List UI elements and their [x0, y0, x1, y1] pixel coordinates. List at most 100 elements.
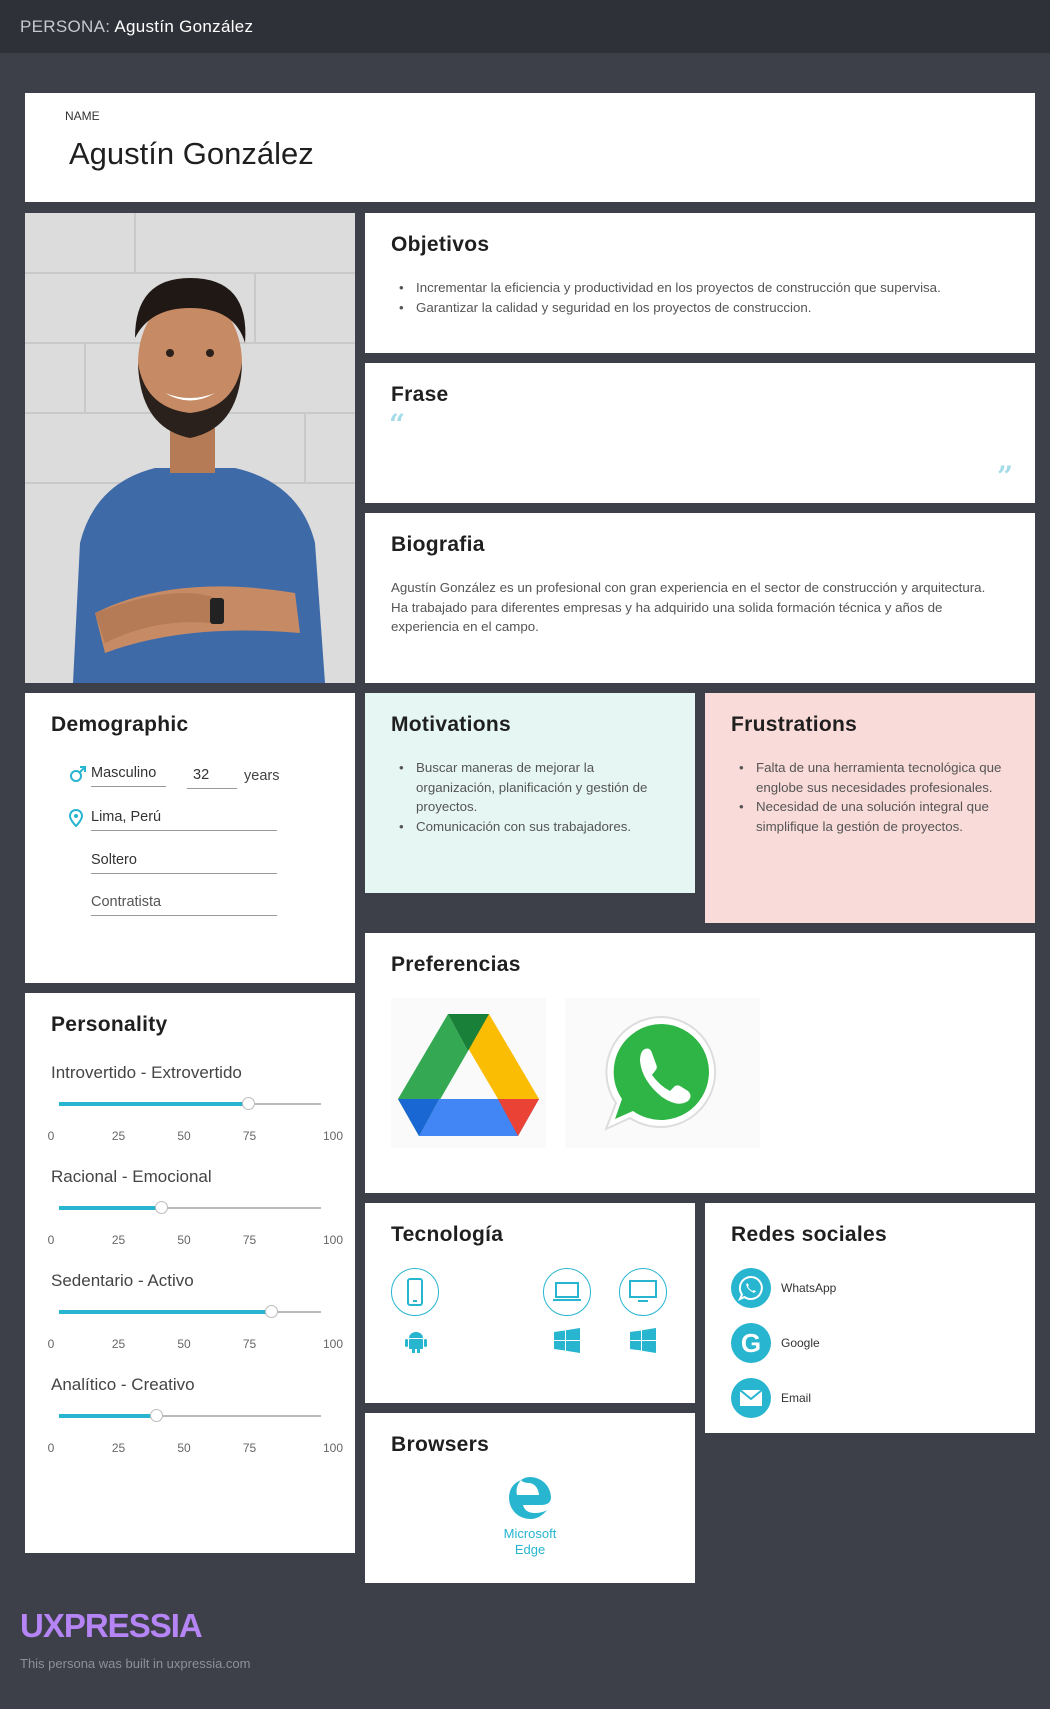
top-bar: PERSONA: Agustín González: [0, 0, 1050, 53]
tick-label: 75: [242, 1337, 257, 1351]
tick-label: 50: [177, 1337, 191, 1351]
whatsapp-logo[interactable]: [565, 998, 760, 1148]
persona-name[interactable]: Agustín González: [69, 136, 314, 172]
slider-handle[interactable]: [155, 1201, 169, 1214]
slider-handle[interactable]: [149, 1409, 163, 1422]
browser-label: Microsoft Edge: [503, 1526, 557, 1557]
slider-handle[interactable]: [265, 1305, 279, 1318]
slider-fill: [59, 1414, 156, 1418]
windows-icon: [554, 1328, 580, 1353]
personality-trait-label: Sedentario - Activo: [51, 1271, 194, 1290]
whatsapp-icon[interactable]: [731, 1268, 771, 1308]
quote-text-area[interactable]: [415, 418, 975, 478]
motivations-title: Motivations: [391, 713, 511, 736]
objetivo-item[interactable]: Incrementar la eficiencia y productivida…: [391, 278, 1021, 298]
tick-label: 25: [111, 1441, 126, 1455]
uxpressia-logo[interactable]: UXPRESSIA: [20, 1607, 203, 1645]
location-pin-icon: [69, 809, 83, 827]
occupation-field[interactable]: Contratista: [91, 894, 277, 916]
open-quote-icon: “: [389, 408, 406, 441]
biografia-card: Biografia Agustín González es un profesi…: [365, 513, 1035, 683]
personality-slider[interactable]: [59, 1097, 321, 1110]
edge-icon: [509, 1477, 551, 1519]
tecnologia-card: Tecnología: [365, 1203, 695, 1403]
tick-label: 0: [47, 1337, 55, 1351]
social-label: Google: [781, 1336, 820, 1350]
tick-label: 0: [47, 1233, 55, 1247]
personality-slider[interactable]: [59, 1201, 321, 1214]
personality-slider[interactable]: [59, 1305, 321, 1318]
frase-card: Frase “ ”: [365, 363, 1035, 503]
tick-label: 0: [47, 1129, 55, 1143]
portrait-illustration: [25, 213, 355, 683]
google-icon[interactable]: G: [731, 1323, 771, 1363]
motivation-item[interactable]: Comunicación con sus trabajadores.: [391, 817, 671, 837]
frustration-item[interactable]: Necesidad de una solución integral que s…: [731, 797, 1016, 836]
browser-edge[interactable]: Microsoft Edge: [495, 1475, 565, 1558]
personality-slider[interactable]: [59, 1409, 321, 1422]
persona-title: Agustín González: [114, 17, 254, 36]
biografia-text[interactable]: Agustín González es un profesional con g…: [391, 578, 991, 637]
slider-handle[interactable]: [241, 1097, 255, 1110]
whatsapp-logo-icon: [604, 1015, 717, 1131]
phone-icon[interactable]: [391, 1268, 439, 1316]
demographic-title: Demographic: [51, 713, 189, 736]
biografia-title: Biografia: [391, 533, 485, 556]
slider-fill: [59, 1310, 272, 1314]
objetivos-title: Objetivos: [391, 233, 490, 256]
email-icon[interactable]: [731, 1378, 771, 1418]
name-card: NAME Agustín González: [25, 93, 1035, 202]
frustrations-title: Frustrations: [731, 713, 858, 736]
frase-title: Frase: [391, 383, 449, 406]
tecnologia-title: Tecnología: [391, 1223, 504, 1246]
objetivos-card: Objetivos Incrementar la eficiencia y pr…: [365, 213, 1035, 353]
preferencias-card: Preferencias: [365, 933, 1035, 1193]
slider-fill: [59, 1206, 162, 1210]
tick-label: 75: [242, 1233, 257, 1247]
frustration-item[interactable]: Falta de una herramienta tecnológica que…: [731, 758, 1016, 797]
laptop-icon[interactable]: [543, 1268, 591, 1316]
tick-label: 100: [322, 1337, 344, 1351]
preferencias-title: Preferencias: [391, 953, 521, 976]
persona-photo[interactable]: [25, 213, 355, 683]
tick-label: 25: [111, 1233, 126, 1247]
motivations-card: Motivations Buscar maneras de mejorar la…: [365, 693, 695, 893]
male-icon: [70, 766, 86, 782]
tick-label: 75: [242, 1441, 257, 1455]
personality-trait-label: Introvertido - Extrovertido: [51, 1063, 242, 1082]
frustrations-card: Frustrations Falta de una herramienta te…: [705, 693, 1035, 923]
tick-label: 50: [177, 1233, 191, 1247]
status-field[interactable]: Soltero: [91, 852, 277, 874]
name-label: NAME: [65, 109, 100, 123]
tick-label: 75: [242, 1129, 257, 1143]
close-quote-icon: ”: [997, 460, 1014, 493]
persona-prefix: PERSONA:: [20, 17, 111, 36]
tick-label: 100: [322, 1441, 344, 1455]
location-field[interactable]: Lima, Perú: [91, 809, 277, 831]
social-label: WhatsApp: [781, 1281, 837, 1295]
android-icon: [405, 1332, 427, 1353]
browsers-title: Browsers: [391, 1433, 490, 1456]
browsers-card: Browsers Microsoft Edge: [365, 1413, 695, 1583]
motivation-item[interactable]: Buscar maneras de mejorar la organizació…: [391, 758, 671, 817]
google-drive-icon: [398, 1014, 539, 1136]
slider-fill: [59, 1102, 248, 1106]
personality-title: Personality: [51, 1013, 168, 1036]
tick-label: 25: [111, 1337, 126, 1351]
frustrations-list: Falta de una herramienta tecnológica que…: [731, 758, 1016, 836]
google-drive-logo[interactable]: [391, 998, 546, 1148]
tick-label: 25: [111, 1129, 126, 1143]
desktop-icon[interactable]: [619, 1268, 667, 1316]
demographic-card: Demographic Masculino 32 years Lima, Per…: [25, 693, 355, 983]
age-field[interactable]: 32: [187, 767, 237, 789]
footer-note: This persona was built in uxpressia.com: [20, 1656, 251, 1671]
objetivos-list: Incrementar la eficiencia y productivida…: [391, 278, 1021, 317]
tick-label: 100: [322, 1129, 344, 1143]
objetivo-item[interactable]: Garantizar la calidad y seguridad en los…: [391, 298, 1021, 318]
windows-icon: [630, 1328, 656, 1353]
age-unit: years: [244, 768, 280, 784]
redes-title: Redes sociales: [731, 1223, 887, 1246]
personality-trait-label: Racional - Emocional: [51, 1167, 212, 1186]
personality-trait-label: Analítico - Creativo: [51, 1375, 195, 1394]
gender-field[interactable]: Masculino: [91, 765, 166, 787]
